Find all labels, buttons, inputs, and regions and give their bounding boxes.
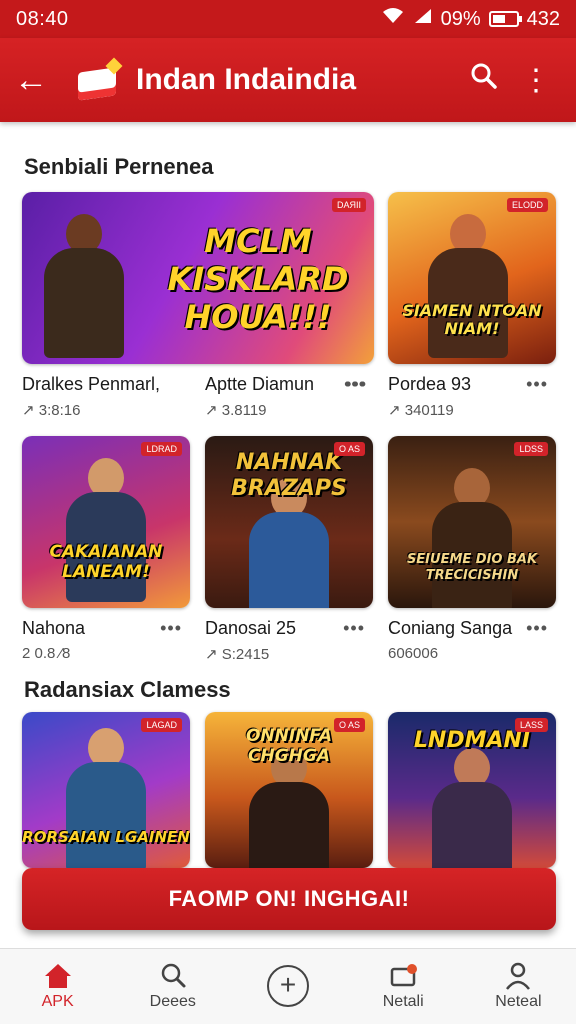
nav-label: Neteal	[495, 993, 542, 1010]
app-thumbnail[interactable]: ONNINFA CHGHGA O AS	[205, 712, 373, 868]
bottom-nav: APK Deees + Netali Neteal	[0, 948, 576, 1024]
app-thumbnail[interactable]: NAHNAK BRAZAPS O AS	[205, 436, 373, 608]
thumbnail-banner: MCLM KISKLARD HOUA!!!	[167, 222, 349, 336]
notification-icon	[388, 961, 418, 993]
search-icon	[159, 961, 187, 993]
nav-item-add[interactable]: +	[230, 949, 345, 1024]
app-card[interactable]: Aptte Diamun ••• ↗ 3.8119	[205, 374, 375, 419]
app-logo	[76, 57, 123, 101]
app-card[interactable]: NAHNAK BRAZAPS O AS Danosai 25 ••• ↗ S:2…	[205, 436, 373, 663]
app-stat: ↗ S:2415	[205, 646, 270, 663]
app-stat: 606006	[388, 645, 439, 662]
app-card[interactable]: SIAMEN NTOAN NIAM! ELODD Pordea 93 ••• ↗…	[388, 192, 556, 419]
more-options-icon[interactable]: •••	[160, 618, 182, 639]
thumbnail-banner: SEIUEME DIO BAK TRECICISHIN	[406, 552, 538, 583]
thumbnail-banner: NAHNAK BRAZAPS	[231, 450, 347, 501]
search-icon[interactable]	[458, 62, 510, 98]
more-vert-icon[interactable]: ⋮	[510, 63, 562, 98]
thumbnail-badge: LASS	[514, 718, 548, 732]
app-thumbnail[interactable]: SEIUEME DIO BAK TRECICISHIN LDSS	[388, 436, 556, 608]
app-card[interactable]: RORSAIAN LGAINEN LAGAD	[22, 712, 190, 868]
thumbnail-badge: LDSS	[514, 442, 548, 456]
install-button[interactable]: FAOMP ON! INGHGAI!	[22, 868, 556, 930]
more-options-icon[interactable]: •••	[526, 618, 548, 639]
status-time: 08:40	[16, 7, 69, 30]
section-title-games: Radansiax Clamess	[24, 677, 231, 702]
app-card[interactable]: SEIUEME DIO BAK TRECICISHIN LDSS Coniang…	[388, 436, 556, 662]
thumbnail-badge: O AS	[333, 718, 365, 732]
thumbnail-badge: ELODD	[506, 198, 548, 212]
app-thumbnail[interactable]: SIAMEN NTOAN NIAM! ELODD	[388, 192, 556, 364]
nav-label: Deees	[149, 993, 196, 1010]
nav-item-notifications[interactable]: Netali	[346, 949, 461, 1024]
battery-percent: 09%	[440, 7, 481, 30]
app-bar: ← Indan Indaindia ⋮	[0, 38, 576, 122]
nav-item-apk[interactable]: APK	[0, 949, 115, 1024]
app-stat: ↗ 340119	[388, 402, 454, 419]
more-options-icon[interactable]: •••	[526, 374, 548, 395]
nav-label: APK	[41, 993, 74, 1010]
app-card[interactable]: CAKAIANAN LANEAM! LDRAD Nahona ••• 2 0.8…	[22, 436, 190, 662]
app-thumbnail[interactable]: CAKAIANAN LANEAM! LDRAD	[22, 436, 190, 608]
nav-item-search[interactable]: Deees	[115, 949, 230, 1024]
more-options-icon[interactable]: •••	[343, 618, 365, 639]
thumbnail-badge: DAЯII	[331, 198, 366, 212]
thumbnail-badge: O AS	[333, 442, 365, 456]
app-title: Indan Indaindia	[136, 63, 357, 96]
app-card[interactable]: LNDMANI LASS	[388, 712, 556, 868]
app-thumbnail[interactable]: LNDMANI LASS	[388, 712, 556, 868]
thumbnail-banner: CAKAIANAN LANEAM!	[49, 542, 163, 582]
add-icon: +	[267, 965, 309, 1007]
home-icon	[43, 961, 73, 993]
status-extra: 432	[526, 7, 560, 30]
app-stat: 2 0.8 ⁄8	[22, 645, 71, 662]
back-arrow-icon[interactable]: ←	[14, 61, 58, 100]
more-options-icon[interactable]: •••	[345, 374, 367, 395]
thumbnail-badge: LAGAD	[141, 718, 182, 732]
status-bar: 08:40 09% 432	[0, 0, 576, 38]
signal-icon	[413, 7, 433, 31]
app-stat: ↗ 3.8119	[205, 402, 267, 419]
thumbnail-banner: SIAMEN NTOAN NIAM!	[402, 301, 542, 338]
section-title-featured: Senbiali Pernenea	[24, 154, 214, 179]
profile-icon	[504, 961, 532, 993]
thumbnail-badge: LDRAD	[141, 442, 182, 456]
wifi-icon	[381, 7, 405, 31]
thumbnail-banner: RORSAIAN LGAINEN	[22, 828, 190, 846]
app-thumbnail[interactable]: RORSAIAN LGAINEN LAGAD	[22, 712, 190, 868]
nav-item-profile[interactable]: Neteal	[461, 949, 576, 1024]
nav-label: Netali	[382, 993, 424, 1010]
app-thumbnail[interactable]: MCLM KISKLARD HOUA!!! DAЯII	[22, 192, 374, 364]
thumbnail-banner: ONNINFA CHGHGA	[245, 726, 333, 766]
battery-icon	[488, 11, 522, 27]
app-card[interactable]: ONNINFA CHGHGA O AS	[205, 712, 373, 868]
